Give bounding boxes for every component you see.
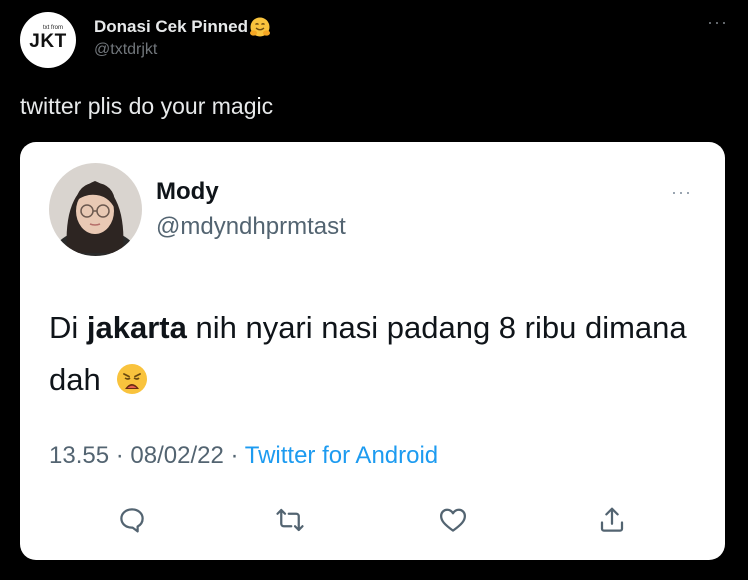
reply-icon[interactable]: [114, 502, 150, 538]
share-icon[interactable]: [594, 502, 630, 538]
meta-separator: ·: [115, 442, 124, 469]
tweet-date[interactable]: 08/02/22: [130, 442, 223, 469]
text-prefix: Di: [49, 310, 87, 345]
author-handle[interactable]: @txtdrjkt: [94, 41, 157, 59]
avatar-logo-main: JKT: [29, 31, 67, 52]
retweet-icon[interactable]: [272, 502, 308, 538]
hugging-face-icon: [249, 17, 270, 37]
tweet-source-link[interactable]: Twitter for Android: [245, 442, 438, 469]
like-icon[interactable]: [435, 502, 471, 538]
tweet-text: twitter plis do your magic: [20, 93, 274, 119]
profile-photo: [49, 163, 142, 256]
tweet-actions: [20, 502, 725, 542]
meta-separator: ·: [230, 442, 239, 469]
quoted-tweet-text: Di jakarta nih nyari nasi padang 8 ribu …: [49, 302, 709, 406]
author-name[interactable]: Donasi Cek Pinned: [94, 17, 248, 37]
more-horizontal-icon[interactable]: ···: [671, 182, 692, 203]
avatar[interactable]: txt from JKT: [20, 12, 76, 68]
more-horizontal-icon[interactable]: ···: [707, 12, 728, 32]
tweet-time[interactable]: 13.55: [49, 442, 109, 469]
tweet-meta: 13.55 · 08/02/22 · Twitter for Android: [49, 442, 438, 470]
weary-face-icon: [117, 364, 148, 394]
author-name-row[interactable]: Donasi Cek Pinned: [94, 16, 271, 38]
quoted-tweet-card[interactable]: Mody @mdyndhprmtast ··· Di jakarta nih n…: [20, 142, 725, 560]
avatar[interactable]: [49, 163, 142, 256]
text-bold: jakarta: [86, 310, 187, 345]
quoted-author-handle[interactable]: @mdyndhprmtast: [156, 213, 346, 241]
quoted-author-name[interactable]: Mody: [156, 178, 219, 206]
avatar-logo-small: txt from: [43, 25, 64, 31]
